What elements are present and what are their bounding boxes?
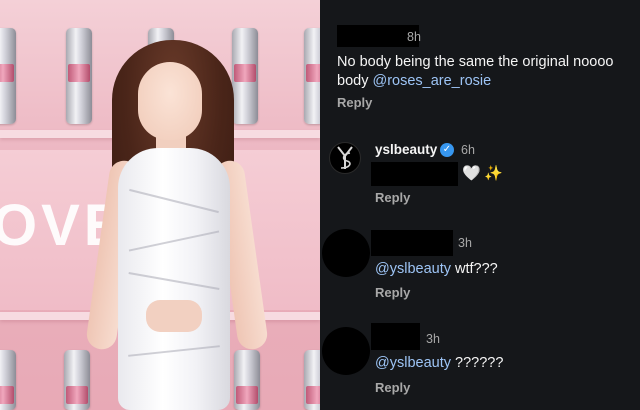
comment-text: @yslbeauty ?????? bbox=[375, 354, 503, 373]
reply-button[interactable]: Reply bbox=[375, 190, 410, 205]
verified-badge-icon: ✓ bbox=[440, 143, 454, 157]
comment-text-line2: body bbox=[337, 73, 373, 89]
redacted-text bbox=[371, 162, 458, 186]
redacted-username bbox=[371, 230, 453, 256]
comment-text-line1: No body being the same the original nooo… bbox=[337, 54, 614, 70]
reply-button[interactable]: Reply bbox=[375, 285, 410, 300]
comments-panel: 8h No body being the same the original n… bbox=[320, 0, 640, 410]
yslbeauty-avatar[interactable] bbox=[329, 142, 361, 174]
mention-link[interactable]: @yslbeauty bbox=[375, 355, 451, 371]
redacted-username bbox=[371, 323, 420, 350]
ysl-logo-icon bbox=[337, 146, 353, 169]
lipstick-product bbox=[304, 28, 320, 124]
lipstick-product bbox=[304, 350, 320, 410]
white-heart-icon: 🤍 bbox=[462, 165, 481, 182]
lipstick-product bbox=[66, 28, 92, 124]
lipstick-product bbox=[0, 28, 16, 124]
reply-button[interactable]: Reply bbox=[375, 380, 410, 395]
user-avatar[interactable] bbox=[322, 229, 370, 277]
comment-time: 6h bbox=[461, 143, 475, 157]
comment-time: 3h bbox=[458, 236, 472, 250]
comment-text: No body being the same the original nooo… bbox=[337, 53, 637, 91]
sparkles-icon: ✨ bbox=[484, 165, 503, 182]
lipstick-product bbox=[64, 350, 90, 410]
user-avatar[interactable] bbox=[322, 327, 370, 375]
lipstick-product bbox=[234, 350, 260, 410]
lipstick-product bbox=[0, 350, 16, 410]
comment-time: 3h bbox=[426, 332, 440, 346]
post-photo: OVE E F bbox=[0, 0, 320, 410]
comment-username[interactable]: yslbeauty bbox=[375, 142, 437, 157]
mention-link[interactable]: @roses_are_rosie bbox=[372, 73, 491, 89]
comment-time: 8h bbox=[407, 30, 421, 44]
mention-link[interactable]: @yslbeauty bbox=[375, 261, 451, 277]
comment-text: @yslbeauty wtf??? bbox=[375, 260, 498, 279]
person-hands bbox=[146, 300, 202, 332]
person-face bbox=[138, 62, 202, 140]
comment-text-body: ?????? bbox=[450, 355, 504, 371]
reply-button[interactable]: Reply bbox=[337, 95, 372, 110]
comment-text-body: wtf??? bbox=[450, 261, 498, 277]
lipstick-product bbox=[232, 28, 258, 124]
